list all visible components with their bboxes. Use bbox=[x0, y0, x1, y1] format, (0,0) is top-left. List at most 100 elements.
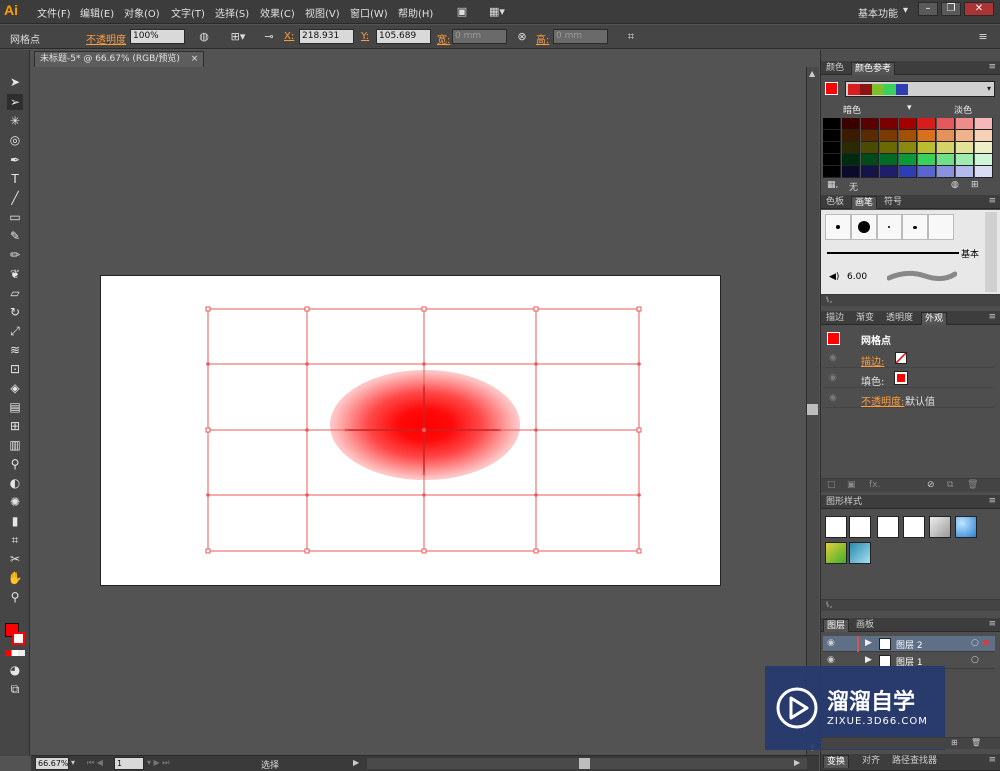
eraser-icon[interactable]: ▱ bbox=[7, 285, 23, 301]
expand-arrow-icon[interactable]: ▶ bbox=[865, 638, 872, 648]
tab-appearance[interactable]: 外观 bbox=[921, 312, 948, 325]
zoom-tool-icon[interactable]: ⚲ bbox=[7, 589, 23, 605]
save-group-icon[interactable]: ⊞ bbox=[971, 180, 979, 190]
expand-arrow-icon[interactable]: ▶ bbox=[865, 655, 872, 665]
maximize-button[interactable]: ❐ bbox=[941, 2, 961, 16]
transform-icon[interactable]: ⌗ bbox=[624, 30, 638, 44]
color-variation-swatch[interactable] bbox=[842, 154, 860, 166]
panel-menu-icon[interactable]: ≡ bbox=[988, 62, 996, 72]
color-variation-swatch[interactable] bbox=[918, 142, 936, 154]
workspace-dropdown-icon[interactable]: ▾ bbox=[903, 5, 908, 16]
graphic-style-white[interactable] bbox=[877, 516, 899, 538]
color-variation-swatch[interactable] bbox=[823, 154, 841, 166]
menu-type[interactable]: 文字(T) bbox=[171, 5, 205, 20]
panel-menu-icon[interactable]: ≡ bbox=[988, 755, 996, 765]
workspace-switcher[interactable]: 基本功能 bbox=[858, 5, 898, 20]
color-variation-swatch[interactable] bbox=[937, 130, 955, 142]
color-variation-swatch[interactable] bbox=[861, 142, 879, 154]
tab-brushes[interactable]: 画笔 bbox=[851, 196, 878, 209]
opacity-label[interactable]: 不透明度 bbox=[86, 31, 126, 46]
color-variation-swatch[interactable] bbox=[975, 166, 993, 178]
visibility-eye-icon[interactable]: ◉ bbox=[829, 353, 837, 363]
visibility-eye-icon[interactable]: ◉ bbox=[827, 638, 835, 648]
color-variation-swatch[interactable] bbox=[823, 166, 841, 178]
panel-menu-icon[interactable]: ≡ bbox=[988, 496, 996, 506]
symbol-sprayer-icon[interactable]: ✺ bbox=[7, 494, 23, 510]
harmony-swatch[interactable] bbox=[872, 84, 884, 95]
color-variation-swatch[interactable] bbox=[899, 142, 917, 154]
paintbrush-icon[interactable]: ✎ bbox=[7, 228, 23, 244]
color-variation-swatch[interactable] bbox=[899, 166, 917, 178]
color-variation-swatch[interactable] bbox=[956, 118, 974, 130]
color-variation-swatch[interactable] bbox=[956, 166, 974, 178]
color-variation-swatch[interactable] bbox=[861, 166, 879, 178]
selection-tool-icon[interactable]: ➤ bbox=[7, 74, 23, 90]
tab-pathfinder[interactable]: 路径查找器 bbox=[889, 755, 940, 768]
first-page-icon[interactable]: ⏮ ◀ bbox=[87, 758, 103, 768]
tab-graphic-styles[interactable]: 图形样式 bbox=[823, 496, 865, 509]
color-variation-swatch[interactable] bbox=[880, 130, 898, 142]
tab-color[interactable]: 颜色 bbox=[823, 62, 847, 75]
color-variation-swatch[interactable] bbox=[823, 130, 841, 142]
opacity-field[interactable]: 100% bbox=[130, 29, 185, 44]
color-variation-swatch[interactable] bbox=[956, 154, 974, 166]
screen-mode-icon[interactable]: ⧉ bbox=[7, 681, 23, 697]
x-field[interactable]: 218.931 bbox=[299, 29, 354, 44]
scale-tool-icon[interactable]: ⤢ bbox=[7, 323, 23, 339]
w-label[interactable]: 宽: bbox=[437, 31, 450, 46]
base-color-swatch[interactable] bbox=[825, 82, 838, 95]
document-tab-close-icon[interactable]: × bbox=[191, 54, 199, 64]
color-variation-swatch[interactable] bbox=[842, 118, 860, 130]
color-variation-swatch[interactable] bbox=[842, 166, 860, 178]
color-variation-swatch[interactable] bbox=[861, 118, 879, 130]
stroke-none-swatch[interactable] bbox=[895, 352, 907, 364]
color-variation-swatch[interactable] bbox=[861, 130, 879, 142]
menu-window[interactable]: 窗口(W) bbox=[350, 5, 388, 20]
h-field[interactable]: 0 mm bbox=[553, 29, 608, 44]
draw-mode-icon[interactable]: ◕ bbox=[7, 662, 23, 678]
vertical-scroll-thumb[interactable] bbox=[807, 404, 818, 415]
stroke-label[interactable]: 描边: bbox=[861, 353, 884, 368]
harmony-swatch[interactable] bbox=[848, 84, 860, 95]
graphic-style-none[interactable] bbox=[903, 516, 925, 538]
graphic-style-default[interactable] bbox=[825, 516, 847, 538]
gradient-tool-icon[interactable]: ▥ bbox=[7, 437, 23, 453]
y-label[interactable]: Y: bbox=[361, 31, 369, 42]
menu-object[interactable]: 对象(O) bbox=[124, 5, 160, 20]
panel-menu-icon[interactable]: ≡ bbox=[976, 30, 990, 44]
charcoal-brush-preview[interactable] bbox=[887, 268, 957, 284]
appearance-opacity-row[interactable]: ◉ 不透明度: 默认值 bbox=[823, 389, 995, 408]
fill-red-swatch[interactable] bbox=[894, 371, 908, 385]
color-variation-swatch[interactable] bbox=[956, 142, 974, 154]
color-variation-swatch[interactable] bbox=[937, 118, 955, 130]
add-fill-icon[interactable]: ▣ bbox=[847, 480, 856, 490]
free-transform-icon[interactable]: ⊡ bbox=[7, 361, 23, 377]
blob-brush-icon[interactable]: ❦ bbox=[7, 266, 23, 282]
stroke-color-swatch[interactable] bbox=[12, 632, 25, 645]
color-variation-swatch[interactable] bbox=[918, 130, 936, 142]
add-stroke-icon[interactable]: □ bbox=[827, 480, 836, 490]
appearance-fill-row[interactable]: ◉ 填色: bbox=[823, 369, 995, 388]
w-field[interactable]: 0 mm bbox=[452, 29, 507, 44]
tab-gradient[interactable]: 渐变 bbox=[853, 312, 877, 325]
lasso-icon[interactable]: ◎ bbox=[7, 132, 23, 148]
tab-color-guide[interactable]: 颜色参考 bbox=[851, 62, 896, 75]
gradient-mesh-fill[interactable] bbox=[330, 370, 520, 480]
scroll-up-icon[interactable]: ▲ bbox=[809, 69, 815, 78]
column-graph-icon[interactable]: ▮ bbox=[7, 513, 23, 529]
brush-tips-row[interactable] bbox=[825, 214, 954, 240]
color-variation-swatch[interactable] bbox=[823, 118, 841, 130]
type-tool-icon[interactable]: T bbox=[7, 171, 23, 187]
scroll-right-icon[interactable]: ▶ bbox=[794, 758, 800, 767]
menu-file[interactable]: 文件(F) bbox=[37, 5, 71, 20]
tab-stroke[interactable]: 描边 bbox=[823, 312, 847, 325]
swatch-group-icon[interactable]: ▦, bbox=[827, 180, 838, 190]
color-variation-swatch[interactable] bbox=[918, 118, 936, 130]
visibility-eye-icon[interactable]: ◉ bbox=[827, 655, 835, 665]
opacity-row-label[interactable]: 不透明度: bbox=[861, 393, 904, 408]
line-tool-icon[interactable]: ╱ bbox=[7, 190, 23, 206]
rectangle-tool-icon[interactable]: ▭ bbox=[7, 209, 23, 225]
width-tool-icon[interactable]: ≋ bbox=[7, 342, 23, 358]
panel-menu-icon[interactable]: ≡ bbox=[988, 619, 996, 629]
tab-transform[interactable]: 变换 bbox=[823, 755, 850, 768]
